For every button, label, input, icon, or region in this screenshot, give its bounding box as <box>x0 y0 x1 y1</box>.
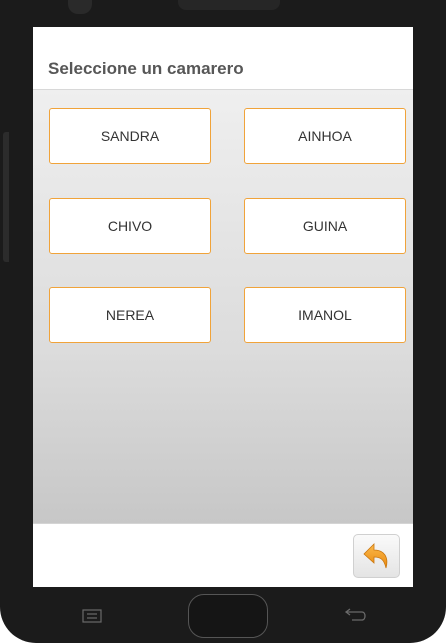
waiter-button-ainhoa[interactable]: AINHOA <box>244 108 406 164</box>
menu-icon[interactable] <box>82 609 102 623</box>
front-camera <box>68 0 92 14</box>
waiter-button-chivo[interactable]: CHIVO <box>49 198 211 254</box>
phone-frame: Seleccione un camarero SANDRA AINHOA CHI… <box>0 0 446 643</box>
waiter-button-imanol[interactable]: IMANOL <box>244 287 406 343</box>
footer-bar <box>33 523 413 587</box>
waiter-button-nerea[interactable]: NEREA <box>49 287 211 343</box>
app-screen: Seleccione un camarero SANDRA AINHOA CHI… <box>33 27 413 587</box>
header: Seleccione un camarero <box>33 27 413 90</box>
waiter-button-sandra[interactable]: SANDRA <box>49 108 211 164</box>
android-nav-bar <box>0 587 446 643</box>
home-button[interactable] <box>188 594 268 638</box>
page-title: Seleccione un camarero <box>48 59 244 78</box>
volume-side-button <box>3 132 9 262</box>
earpiece-speaker <box>178 0 280 10</box>
back-icon[interactable] <box>344 607 368 623</box>
back-button[interactable] <box>353 534 400 578</box>
waiter-button-guina[interactable]: GUINA <box>244 198 406 254</box>
waiter-grid: SANDRA AINHOA CHIVO GUINA NEREA IMANOL <box>33 90 413 523</box>
undo-arrow-icon <box>362 543 387 569</box>
